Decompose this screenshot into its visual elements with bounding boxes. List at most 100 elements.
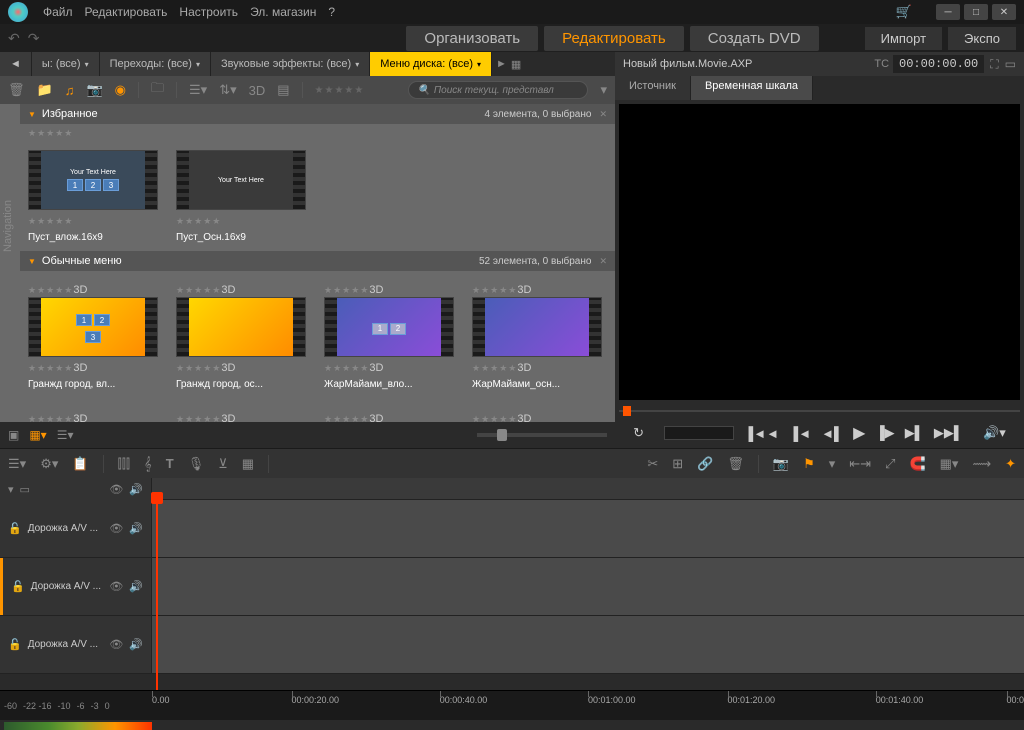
tab-organize[interactable]: Организовать [406, 26, 538, 51]
thumb-item[interactable]: ★★★★★3D ★★★★★3D Гранжд город, ос... [176, 279, 306, 390]
filter-tab-right[interactable]: ►▦ [492, 52, 525, 76]
stack-icon[interactable]: ▤ [277, 82, 289, 98]
track-lane[interactable] [152, 500, 1024, 557]
section-close-icon[interactable]: ✕ [599, 109, 607, 120]
track-lane[interactable] [152, 558, 1024, 615]
thumb-item[interactable]: Your Text Here123 ★★★★★ Пуст_влож.16x9 [28, 150, 158, 243]
volume-icon[interactable]: 🔊▾ [983, 425, 1006, 441]
thumb-item[interactable]: Your Text Here ★★★★★ Пуст_Осн.16x9 [176, 150, 306, 243]
voiceover-icon[interactable]: 🎙 [188, 456, 205, 472]
lock-icon[interactable]: 🔓 [8, 522, 22, 535]
speaker-icon[interactable]: 🔊 [129, 522, 143, 535]
link-icon[interactable]: 🔗 [697, 456, 713, 472]
photo-icon[interactable]: 📷 [86, 82, 102, 98]
ripple-icon[interactable]: ⤢ [885, 456, 895, 472]
trash-icon[interactable]: 🗑 [727, 456, 744, 472]
thumb-item[interactable]: ★★★★★3D 123 ★★★★★3D Гранжд город, вл... [28, 279, 158, 390]
eye-icon[interactable]: 👁 [109, 483, 123, 496]
lock-icon[interactable]: 🔓 [8, 638, 22, 651]
clipboard-icon[interactable]: 📋 [72, 456, 88, 472]
marker-icon[interactable]: ⚑ [803, 456, 815, 472]
preview-tab-source[interactable]: Источник [615, 76, 691, 100]
star-rating-icon[interactable]: ★★★★★ [315, 85, 365, 96]
layers-icon[interactable]: ▣ [8, 428, 19, 442]
maximize-button[interactable]: □ [964, 4, 988, 20]
next-frame-icon[interactable]: ▶▌ [905, 425, 924, 441]
filter-tab-disc-menu[interactable]: Меню диска: (все)▾ [370, 52, 492, 76]
loop-icon[interactable]: ↻ [633, 425, 644, 441]
speaker-icon[interactable]: 🔊 [129, 638, 143, 651]
snapshot-icon[interactable]: 📷 [773, 456, 789, 472]
link-edit-icon[interactable]: ⟿ [972, 456, 991, 472]
section-favorites-header[interactable]: ▼ Избранное 4 элемента, 0 выбрано ✕ [20, 104, 615, 124]
redo-icon[interactable]: ↷ [28, 30, 40, 47]
thumb-item[interactable]: ★★★★★3D [472, 408, 602, 422]
search-dropdown-icon[interactable]: ▾ [600, 82, 607, 98]
trim-in-icon[interactable]: ⇤⇥ [849, 456, 871, 472]
filter-tab-all[interactable]: ы: (все)▾ [32, 52, 100, 76]
3d-toggle[interactable]: 3D [249, 83, 266, 98]
jog-wheel[interactable] [664, 426, 734, 440]
step-back-icon[interactable]: ◄▌ [821, 426, 843, 441]
close-button[interactable]: ✕ [992, 4, 1016, 20]
menu-setup[interactable]: Настроить [179, 5, 238, 19]
collapse-icon[interactable]: ▾ [8, 483, 14, 496]
grid-view-icon[interactable]: ▦▾ [29, 428, 46, 442]
magnet-icon[interactable]: 🧲 [909, 456, 925, 472]
snap-menu-icon[interactable]: ▦▾ [940, 456, 959, 472]
speaker-icon[interactable]: 🔊 [129, 580, 143, 593]
thumb-item[interactable]: ★★★★★3D [176, 408, 306, 422]
monitor-icon[interactable]: ▭ [1005, 57, 1016, 71]
go-start-icon[interactable]: ▐◄◄ [744, 426, 779, 441]
tab-create-dvd[interactable]: Создать DVD [690, 26, 819, 51]
minimize-button[interactable]: ─ [936, 4, 960, 20]
folder-open-icon[interactable]: 🗀 [151, 79, 164, 101]
eye-icon[interactable]: 👁 [109, 638, 123, 651]
menu-icon[interactable]: ☰▾ [8, 456, 26, 472]
undo-icon[interactable]: ↶ [8, 30, 20, 47]
track-lane[interactable] [152, 616, 1024, 673]
section-close-icon[interactable]: ✕ [599, 256, 607, 267]
step-fwd-icon[interactable]: ▐▶ [875, 425, 894, 441]
play-icon[interactable]: ▶ [853, 423, 865, 443]
bin-icon[interactable]: 🗑 [8, 82, 25, 98]
go-end-icon[interactable]: ▶▶▌ [934, 425, 963, 441]
preview-scrubber[interactable] [619, 404, 1020, 418]
music-icon[interactable]: ♫ [65, 83, 75, 98]
thumb-item[interactable]: ★★★★★3D [324, 408, 454, 422]
mixer-icon[interactable]: ⫿⫿⫿ [118, 456, 130, 472]
gear-icon[interactable]: ⚙▾ [40, 456, 58, 472]
folder-icon[interactable]: 📁 [37, 82, 53, 98]
filter-tab-sound-effects[interactable]: Звуковые эффекты: (все)▾ [211, 52, 370, 76]
filter-tab-transitions[interactable]: Переходы: (все)▾ [100, 52, 211, 76]
razor-icon[interactable]: ✂ [647, 456, 658, 472]
fx-icon[interactable]: ✦ [1005, 456, 1016, 472]
menu-edit[interactable]: Редактировать [85, 5, 168, 19]
crop-icon[interactable]: ▦ [242, 456, 254, 472]
eye-icon[interactable]: 👁 [109, 522, 123, 535]
import-button[interactable]: Импорт [865, 27, 942, 50]
menu-file[interactable]: Файл [43, 5, 73, 19]
storyboard-icon[interactable]: ▭ [20, 483, 30, 496]
section-regular-header[interactable]: ▼ Обычные меню 52 элемента, 0 выбрано ✕ [20, 251, 615, 271]
popout-icon[interactable]: ⛶ [990, 57, 998, 72]
thumb-item[interactable]: ★★★★★3D 123 [28, 408, 158, 422]
thumb-item[interactable]: ★★★★★3D ★★★★★3D ЖарМайами_осн... [472, 279, 602, 390]
title-icon[interactable]: T [166, 456, 174, 471]
disc-icon[interactable]: ◉ [115, 82, 126, 98]
zoom-slider[interactable] [477, 433, 607, 437]
lock-icon[interactable]: 🔓 [11, 580, 25, 593]
marker-split-icon[interactable]: ⊻ [218, 456, 228, 472]
preview-tab-timeline[interactable]: Временная шкала [691, 76, 813, 100]
eye-icon[interactable]: 👁 [109, 580, 123, 593]
menu-help-icon[interactable]: ? [328, 5, 335, 19]
speaker-icon[interactable]: 🔊 [129, 483, 143, 496]
group-icon[interactable]: ⊞ [672, 456, 683, 472]
menu-store[interactable]: Эл. магазин [250, 5, 316, 19]
marker-menu-icon[interactable]: ▾ [829, 456, 836, 472]
sort-icon[interactable]: ⇅▾ [219, 82, 236, 98]
search-input[interactable]: Поиск текущ. представл [408, 81, 588, 99]
export-button[interactable]: Экспо [948, 27, 1016, 50]
cart-icon[interactable]: 🛒 [896, 4, 912, 20]
list-icon[interactable]: ☰▾ [189, 82, 207, 98]
